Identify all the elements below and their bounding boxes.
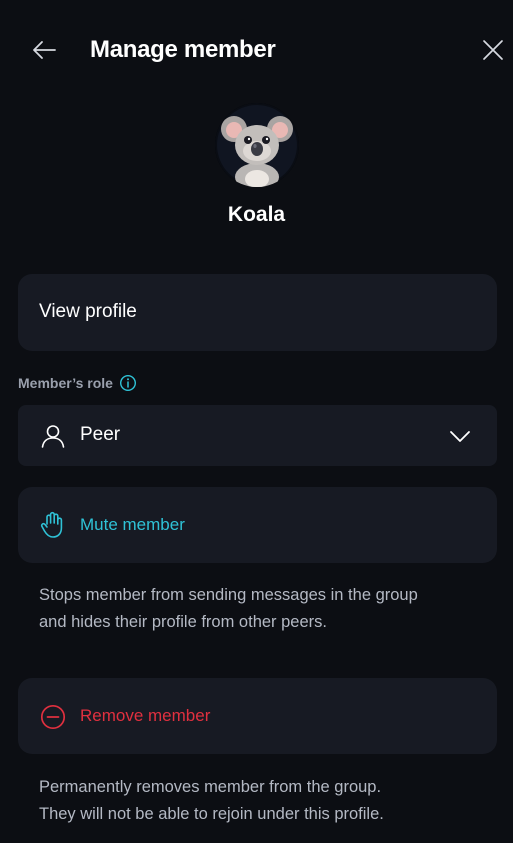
arrow-left-icon [33,41,56,59]
koala-avatar [215,103,299,187]
header: Manage member [0,0,513,100]
info-icon[interactable] [119,374,137,392]
manage-member-panel: Manage member Koala View profile Member’… [0,0,513,843]
back-button[interactable] [30,36,58,64]
chevron-down-icon [448,426,472,446]
minus-circle-icon [40,704,66,730]
hand-icon [40,511,66,539]
mute-member-button[interactable]: Mute member [18,487,497,563]
member-role-label-text: Member’s role [18,375,113,391]
role-dropdown[interactable]: Peer [18,405,497,466]
close-icon [483,40,503,60]
view-profile-label: View profile [39,301,137,322]
close-button[interactable] [481,38,505,62]
member-name: Koala [227,203,286,226]
mute-description-line-2: and hides their profile from other peers… [39,613,327,631]
remove-description: Permanently removes member from the grou… [39,774,489,828]
remove-description-line-1: Permanently removes member from the grou… [39,778,382,796]
person-icon [40,423,66,449]
remove-member-button[interactable]: Remove member [18,678,497,754]
mute-member-label: Mute member [80,515,185,534]
remove-member-label: Remove member [80,706,211,725]
view-profile-button[interactable]: View profile [18,274,497,351]
remove-description-line-2: They will not be able to rejoin under th… [39,805,384,823]
avatar [215,103,299,187]
member-role-label: Member’s role [18,373,137,393]
role-selected-value: Peer [80,424,121,445]
page-title: Manage member [90,36,276,63]
mute-description-line-1: Stops member from sending messages in th… [39,586,418,604]
mute-description: Stops member from sending messages in th… [39,582,489,636]
